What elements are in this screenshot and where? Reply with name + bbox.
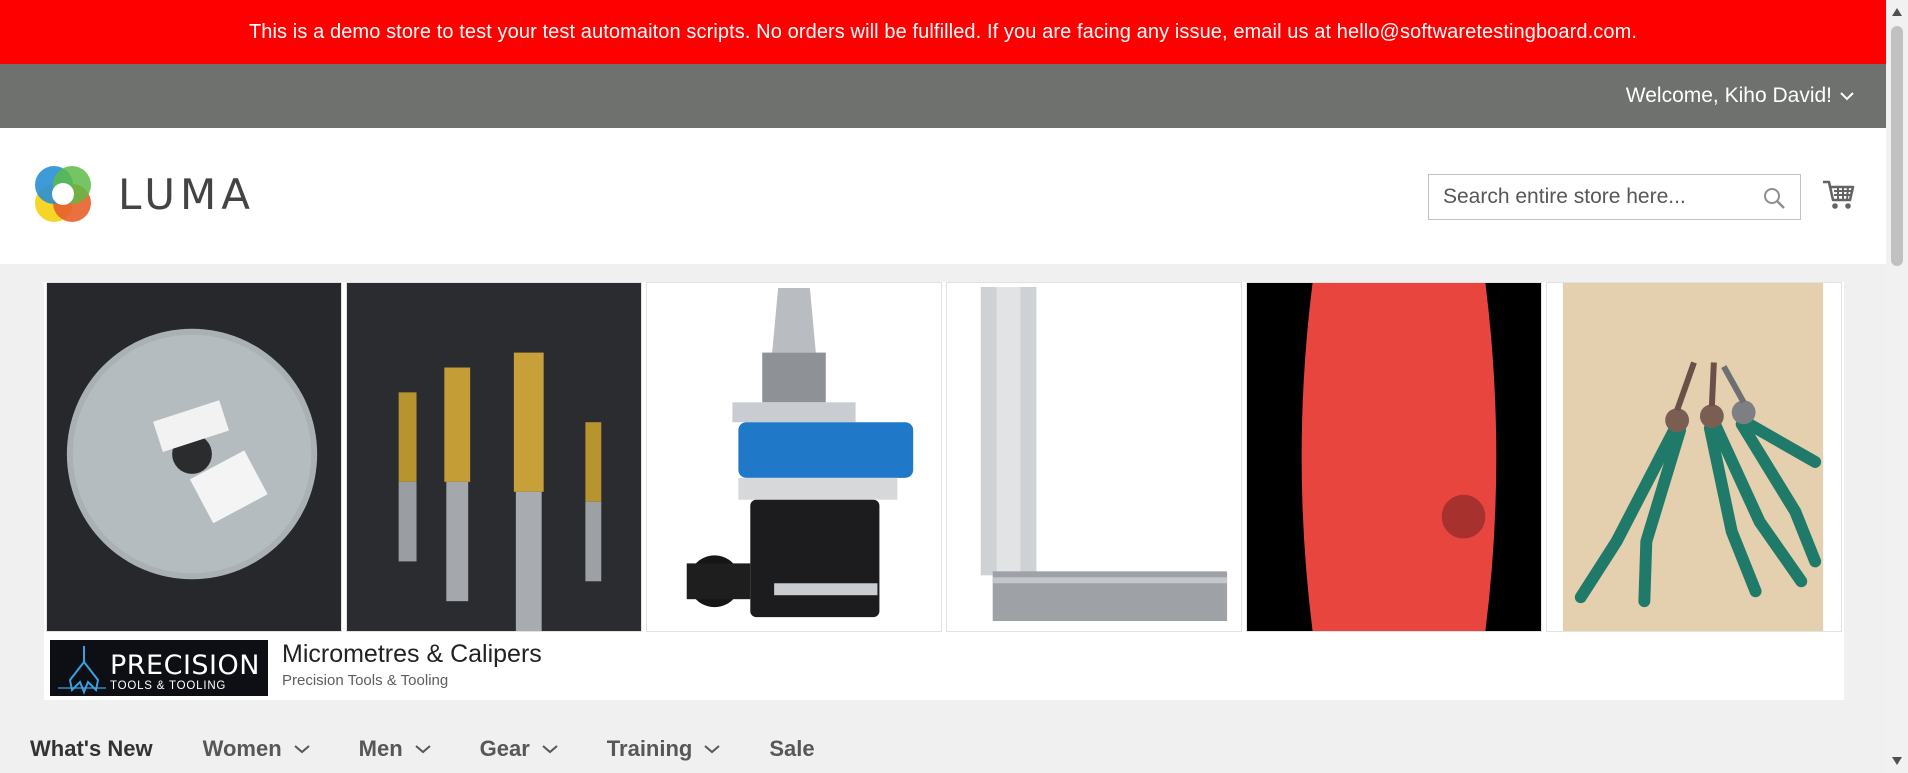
ad-image-strip [46,282,1842,634]
chevron-down-icon [1840,92,1854,101]
nav-item-women[interactable]: Women [203,736,310,762]
nav-item-label: Men [358,736,403,761]
scrollbar-thumb[interactable] [1891,26,1903,266]
ad-tile-grinding-wheel[interactable] [46,282,342,632]
chevron-down-icon [293,745,310,754]
nav-item-label: Training [606,736,693,761]
chevron-down-icon [542,745,558,754]
search-icon[interactable] [1762,186,1786,210]
ad-brand-subtitle: TOOLS & TOOLING [110,680,227,692]
demo-notice-banner: This is a demo store to test your test a… [0,0,1886,64]
main-navigation: What's New Women Men Gear Training Sale [30,728,864,770]
ad-tile-angle-head[interactable] [646,282,942,632]
advertisement-banner: PRECISION TOOLS & TOOLING Micrometres & … [44,282,1844,700]
nav-item-whats-new[interactable]: What's New [30,736,153,762]
nav-item-label: What's New [30,736,153,761]
demo-notice-text: This is a demo store to test your test a… [248,20,1638,43]
ad-advertiser-logo[interactable]: PRECISION TOOLS & TOOLING [50,640,268,696]
circlip-pliers-image [1547,283,1841,631]
scroll-down-arrow-icon[interactable] [1892,757,1902,765]
customer-welcome-menu[interactable]: Welcome, Kiho David! [1626,64,1854,128]
nav-item-gear[interactable]: Gear [480,736,558,762]
sanding-belt-image [1247,283,1541,631]
luma-logo[interactable]: LUMA [30,160,255,228]
top-panel-header: Welcome, Kiho David! [0,64,1886,128]
vertical-scrollbar[interactable] [1886,0,1908,773]
ad-headline[interactable]: Micrometres & Calipers [282,640,542,669]
engineers-square-image [947,283,1241,631]
page: This is a demo store to test your test a… [0,0,1886,773]
thread-taps-image [347,283,641,631]
chevron-down-icon [704,745,721,754]
header-content: LUMA [0,128,1886,264]
luma-logo-icon [35,166,91,222]
nav-item-men[interactable]: Men [359,736,431,762]
ad-tile-circlip-pliers[interactable] [1546,282,1842,632]
ad-tile-thread-taps[interactable] [346,282,642,632]
chevron-down-icon [414,745,431,754]
ad-tile-engineers-square[interactable] [946,282,1242,632]
search-box [1428,174,1801,220]
ad-brand-title: PRECISION [110,650,260,681]
caliper-icon [58,646,106,695]
ad-tile-sanding-belt[interactable] [1246,282,1542,632]
ad-advertiser-name: Precision Tools & Tooling [282,672,449,689]
search-input[interactable] [1429,175,1777,219]
scroll-up-arrow-icon[interactable] [1892,8,1902,16]
logo-text: LUMA [118,169,256,219]
nav-item-label: Sale [769,736,815,761]
grinding-wheel-image [47,283,341,631]
nav-item-label: Gear [479,736,530,761]
angle-head-image [647,283,941,631]
cart-icon[interactable] [1822,178,1856,212]
nav-item-sale[interactable]: Sale [769,736,814,762]
welcome-text: Welcome, Kiho David! [1625,84,1832,107]
nav-item-training[interactable]: Training [607,736,721,762]
nav-item-label: Women [202,736,282,761]
